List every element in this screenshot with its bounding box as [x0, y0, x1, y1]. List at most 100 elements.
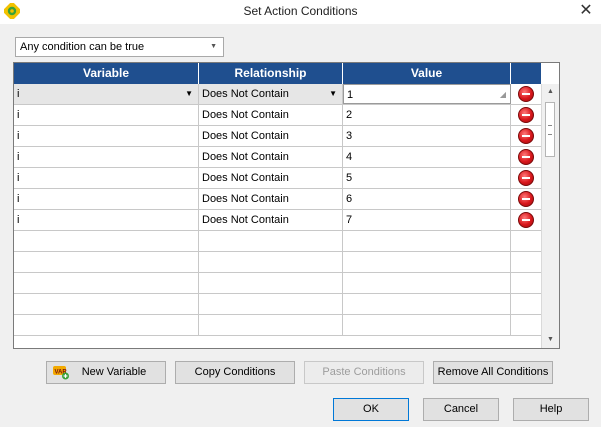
close-button[interactable]: ✕: [571, 0, 601, 24]
relationship-value: Does Not Contain: [202, 172, 289, 184]
relationship-value: Does Not Contain: [202, 214, 289, 226]
empty-cell[interactable]: [199, 294, 343, 314]
empty-cell[interactable]: [343, 294, 511, 314]
value-cell[interactable]: 3: [343, 126, 511, 146]
variable-cell[interactable]: i: [14, 105, 199, 125]
expand-editor-icon[interactable]: ◢: [500, 85, 506, 103]
value-input[interactable]: 1 ◢: [343, 84, 511, 104]
remove-all-conditions-button[interactable]: Remove All Conditions: [433, 361, 553, 384]
variable-value: i: [17, 193, 20, 205]
relationship-cell[interactable]: Does Not Contain: [199, 147, 343, 167]
new-variable-button[interactable]: VAR New Variable: [46, 361, 166, 384]
empty-cell[interactable]: [511, 231, 542, 251]
table-row[interactable]: i Does Not Contain 3: [14, 126, 542, 147]
value-cell[interactable]: 2: [343, 105, 511, 125]
empty-cell[interactable]: [511, 294, 542, 314]
empty-cell[interactable]: [199, 315, 343, 335]
relationship-value: Does Not Contain: [202, 151, 289, 163]
delete-cell: [511, 84, 542, 104]
conditions-grid: Variable Relationship Value i ▼ Does Not C…: [13, 62, 560, 349]
variable-value: i: [17, 151, 20, 163]
empty-cell[interactable]: [343, 231, 511, 251]
relationship-select[interactable]: Does Not Contain ▼: [199, 84, 343, 104]
relationship-cell[interactable]: Does Not Contain: [199, 168, 343, 188]
relationship-cell[interactable]: Does Not Contain: [199, 105, 343, 125]
empty-cell[interactable]: [343, 273, 511, 293]
table-row[interactable]: i Does Not Contain 6: [14, 189, 542, 210]
var-icon: VAR: [53, 366, 69, 380]
remove-circle-icon[interactable]: [518, 107, 534, 123]
variable-value: i: [17, 130, 20, 142]
table-row[interactable]: i Does Not Contain 4: [14, 147, 542, 168]
remove-circle-icon[interactable]: [518, 149, 534, 165]
relationship-cell[interactable]: Does Not Contain: [199, 126, 343, 146]
empty-cell[interactable]: [14, 252, 199, 272]
empty-row[interactable]: [14, 252, 542, 273]
variable-value: i: [17, 172, 20, 184]
paste-conditions-button[interactable]: Paste Conditions: [304, 361, 424, 384]
value-text: 5: [346, 172, 353, 184]
new-variable-label: New Variable: [81, 366, 147, 378]
scroll-thumb[interactable]: [545, 102, 555, 157]
table-row[interactable]: i Does Not Contain 7: [14, 210, 542, 231]
table-row[interactable]: i ▼ Does Not Contain ▼ 1 ◢: [14, 84, 542, 105]
empty-cell[interactable]: [14, 273, 199, 293]
help-button[interactable]: Help: [513, 398, 589, 421]
empty-row[interactable]: [14, 231, 542, 252]
ok-button[interactable]: OK: [333, 398, 409, 421]
empty-cell[interactable]: [14, 315, 199, 335]
vertical-scrollbar[interactable]: ▲ ▼: [541, 84, 559, 348]
delete-cell: [511, 147, 542, 167]
table-row[interactable]: i Does Not Contain 2: [14, 105, 542, 126]
relationship-cell[interactable]: Does Not Contain: [199, 189, 343, 209]
scroll-down-icon[interactable]: ▼: [542, 332, 559, 348]
empty-row[interactable]: [14, 294, 542, 315]
title-bar: Set Action Conditions ✕: [0, 0, 601, 24]
chevron-down-icon[interactable]: ▼: [185, 84, 193, 104]
chevron-down-icon[interactable]: ▼: [329, 84, 337, 104]
scroll-up-icon[interactable]: ▲: [542, 84, 559, 100]
empty-cell[interactable]: [199, 231, 343, 251]
empty-cell[interactable]: [199, 273, 343, 293]
delete-cell: [511, 189, 542, 209]
cancel-button[interactable]: Cancel: [423, 398, 499, 421]
variable-cell[interactable]: i: [14, 189, 199, 209]
empty-row[interactable]: [14, 315, 542, 336]
remove-circle-icon[interactable]: [518, 170, 534, 186]
empty-cell[interactable]: [199, 252, 343, 272]
remove-circle-icon[interactable]: [518, 86, 534, 102]
value-cell[interactable]: 7: [343, 210, 511, 230]
empty-cell[interactable]: [343, 315, 511, 335]
empty-cell[interactable]: [14, 294, 199, 314]
column-header-value[interactable]: Value: [343, 63, 511, 84]
empty-cell[interactable]: [511, 315, 542, 335]
grid-rows: i ▼ Does Not Contain ▼ 1 ◢ i Does Not Contain 2 i…: [14, 84, 542, 336]
value-cell[interactable]: 5: [343, 168, 511, 188]
delete-cell: [511, 126, 542, 146]
value-cell[interactable]: 6: [343, 189, 511, 209]
variable-cell[interactable]: i: [14, 147, 199, 167]
copy-conditions-button[interactable]: Copy Conditions: [175, 361, 295, 384]
variable-cell[interactable]: i: [14, 126, 199, 146]
column-header-actions: [511, 63, 542, 84]
empty-cell[interactable]: [14, 231, 199, 251]
variable-value: i: [17, 214, 20, 226]
variable-select[interactable]: i ▼: [14, 84, 199, 104]
remove-circle-icon[interactable]: [518, 191, 534, 207]
empty-row[interactable]: [14, 273, 542, 294]
remove-circle-icon[interactable]: [518, 128, 534, 144]
table-row[interactable]: i Does Not Contain 5: [14, 168, 542, 189]
column-header-relationship[interactable]: Relationship: [199, 63, 343, 84]
variable-cell[interactable]: i: [14, 168, 199, 188]
delete-cell: [511, 105, 542, 125]
column-header-variable[interactable]: Variable: [14, 63, 199, 84]
empty-cell[interactable]: [511, 252, 542, 272]
relationship-cell[interactable]: Does Not Contain: [199, 210, 343, 230]
empty-cell[interactable]: [343, 252, 511, 272]
variable-cell[interactable]: i: [14, 210, 199, 230]
remove-circle-icon[interactable]: [518, 212, 534, 228]
empty-cell[interactable]: [511, 273, 542, 293]
value-cell[interactable]: 4: [343, 147, 511, 167]
variable-value: i: [17, 88, 20, 100]
condition-mode-select[interactable]: Any condition can be true ▼: [15, 37, 224, 57]
